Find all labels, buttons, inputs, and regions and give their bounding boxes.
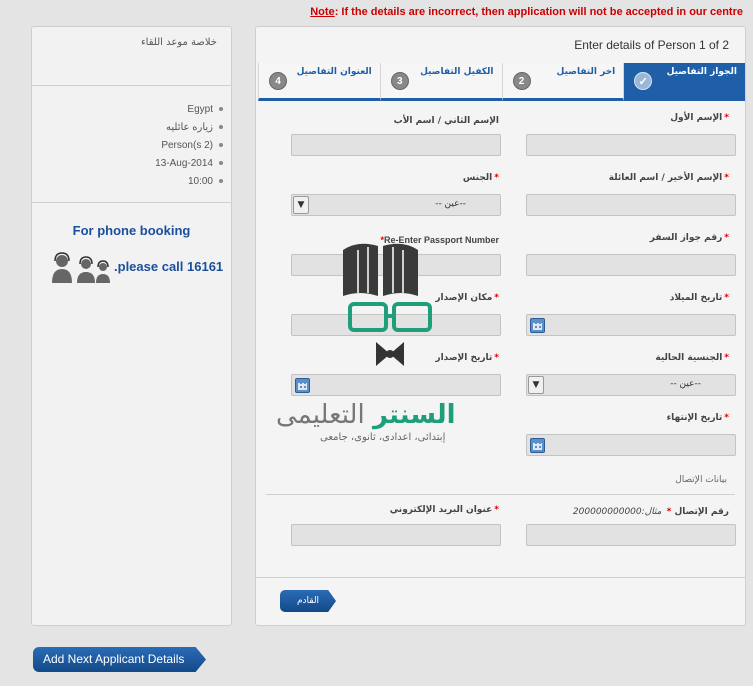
step-number: 3 (390, 72, 409, 90)
call-center-agents-icon (52, 252, 110, 283)
email-label: *عنوان البريد الإلكتروني (389, 505, 499, 515)
last-name-label: *الإسم الأخير / اسم العائلة (608, 173, 729, 183)
summary-divider (32, 85, 231, 86)
summary-list: Egypt زياره عائليه Person(s 2) 13-Aug-20… (155, 101, 223, 191)
nationality-select[interactable]: --عين -- ▼ (526, 374, 736, 396)
summary-time: 10:00 (155, 173, 223, 191)
appointment-summary-panel: خلاصة موعد اللقاء Egypt زياره عائليه Per… (31, 26, 232, 626)
summary-date: 13-Aug-2014 (155, 155, 223, 173)
contact-divider (266, 494, 735, 495)
expiry-date-label: *تاريخ الإنتهاء (666, 413, 729, 423)
calendar-icon[interactable] (295, 378, 310, 393)
issue-date-input[interactable] (291, 374, 501, 396)
step-address-details[interactable]: العنوان التفاصيل 4 (258, 63, 380, 101)
next-button[interactable]: القادم (280, 590, 336, 612)
hotline-number: 16161 (187, 259, 224, 274)
step-sponsor-details[interactable]: الكفيل التفاصيل 3 (379, 63, 502, 101)
passport-number-label: *رقم جواز السفر (649, 233, 729, 243)
issue-date-label: *تاريخ الإصدار (435, 353, 499, 363)
gender-label: *الجنس (462, 173, 499, 183)
checkmark-icon: ✓ (634, 72, 653, 90)
step-passport-details[interactable]: الجواز التفاصيل ✓ (623, 63, 745, 101)
step-number: 2 (512, 72, 531, 90)
step-label: العنوان التفاصيل (296, 67, 372, 77)
birth-date-input[interactable] (526, 314, 736, 336)
step-label: الكفيل التفاصيل (420, 67, 494, 77)
nationality-label: *الجنسية الحالية (655, 353, 729, 363)
calendar-icon[interactable] (530, 318, 545, 333)
step-other-details[interactable]: اخر التفاصيل 2 (501, 63, 624, 101)
middle-name-input[interactable] (291, 134, 501, 156)
wizard-steps: الجواز التفاصيل ✓ اخر التفاصيل 2 الكفيل … (258, 63, 745, 101)
form-heading: Enter details of Person 1 of 2 (574, 38, 729, 52)
call-number-text: .please call 16161 (114, 259, 224, 274)
birth-date-label: *تاريخ الميلاد (669, 293, 729, 303)
gender-select[interactable]: --عين -- ▼ (291, 194, 501, 216)
applicant-form-panel: Enter details of Person 1 of 2 الجواز ال… (255, 26, 746, 626)
phone-input[interactable] (526, 524, 736, 546)
step-number: 4 (269, 72, 287, 90)
step-label: اخر التفاصيل (556, 67, 616, 77)
first-name-input[interactable] (526, 134, 736, 156)
reenter-passport-input[interactable] (291, 254, 501, 276)
expiry-date-input[interactable] (526, 434, 736, 456)
gender-selected-value: --عين -- (435, 199, 466, 209)
email-input[interactable] (291, 524, 501, 546)
notice-label: Note (310, 6, 335, 18)
contact-section-title: بيانات الإتصال (675, 475, 727, 485)
nationality-selected-value: --عين -- (670, 379, 701, 389)
first-name-label: *الإسم الأول (670, 113, 729, 123)
summary-persons: Person(s 2) (155, 137, 223, 155)
issue-place-label: *مكان الإصدار (435, 293, 499, 303)
last-name-input[interactable] (526, 194, 736, 216)
phone-booking-heading: For phone booking (72, 223, 191, 238)
chevron-down-icon[interactable]: ▼ (528, 376, 544, 394)
passport-number-input[interactable] (526, 254, 736, 276)
summary-title: خلاصة موعد اللقاء (140, 37, 217, 48)
step-label: الجواز التفاصيل (666, 67, 737, 77)
notice-banner: Note: If the details are incorrect, then… (310, 6, 743, 18)
issue-place-input[interactable] (291, 314, 501, 336)
notice-text: : If the details are incorrect, then app… (334, 6, 743, 18)
chevron-down-icon[interactable]: ▼ (293, 196, 309, 214)
phone-label: رقم الإتصال * مثال:200000000000 (572, 507, 729, 517)
reenter-passport-label: *Re-Enter Passport Number (380, 235, 499, 245)
summary-visa-type: زياره عائليه (155, 119, 223, 137)
phone-booking-line: .please call 16161 (50, 251, 230, 283)
middle-name-label: الإسم الثاني / اسم الأب (393, 116, 499, 126)
form-footer-divider (256, 577, 745, 578)
summary-divider (32, 202, 231, 203)
calendar-icon[interactable] (530, 438, 545, 453)
add-next-applicant-button[interactable]: Add Next Applicant Details (33, 647, 206, 672)
phone-example: مثال:200000000000 (572, 507, 662, 517)
summary-country: Egypt (155, 101, 223, 119)
